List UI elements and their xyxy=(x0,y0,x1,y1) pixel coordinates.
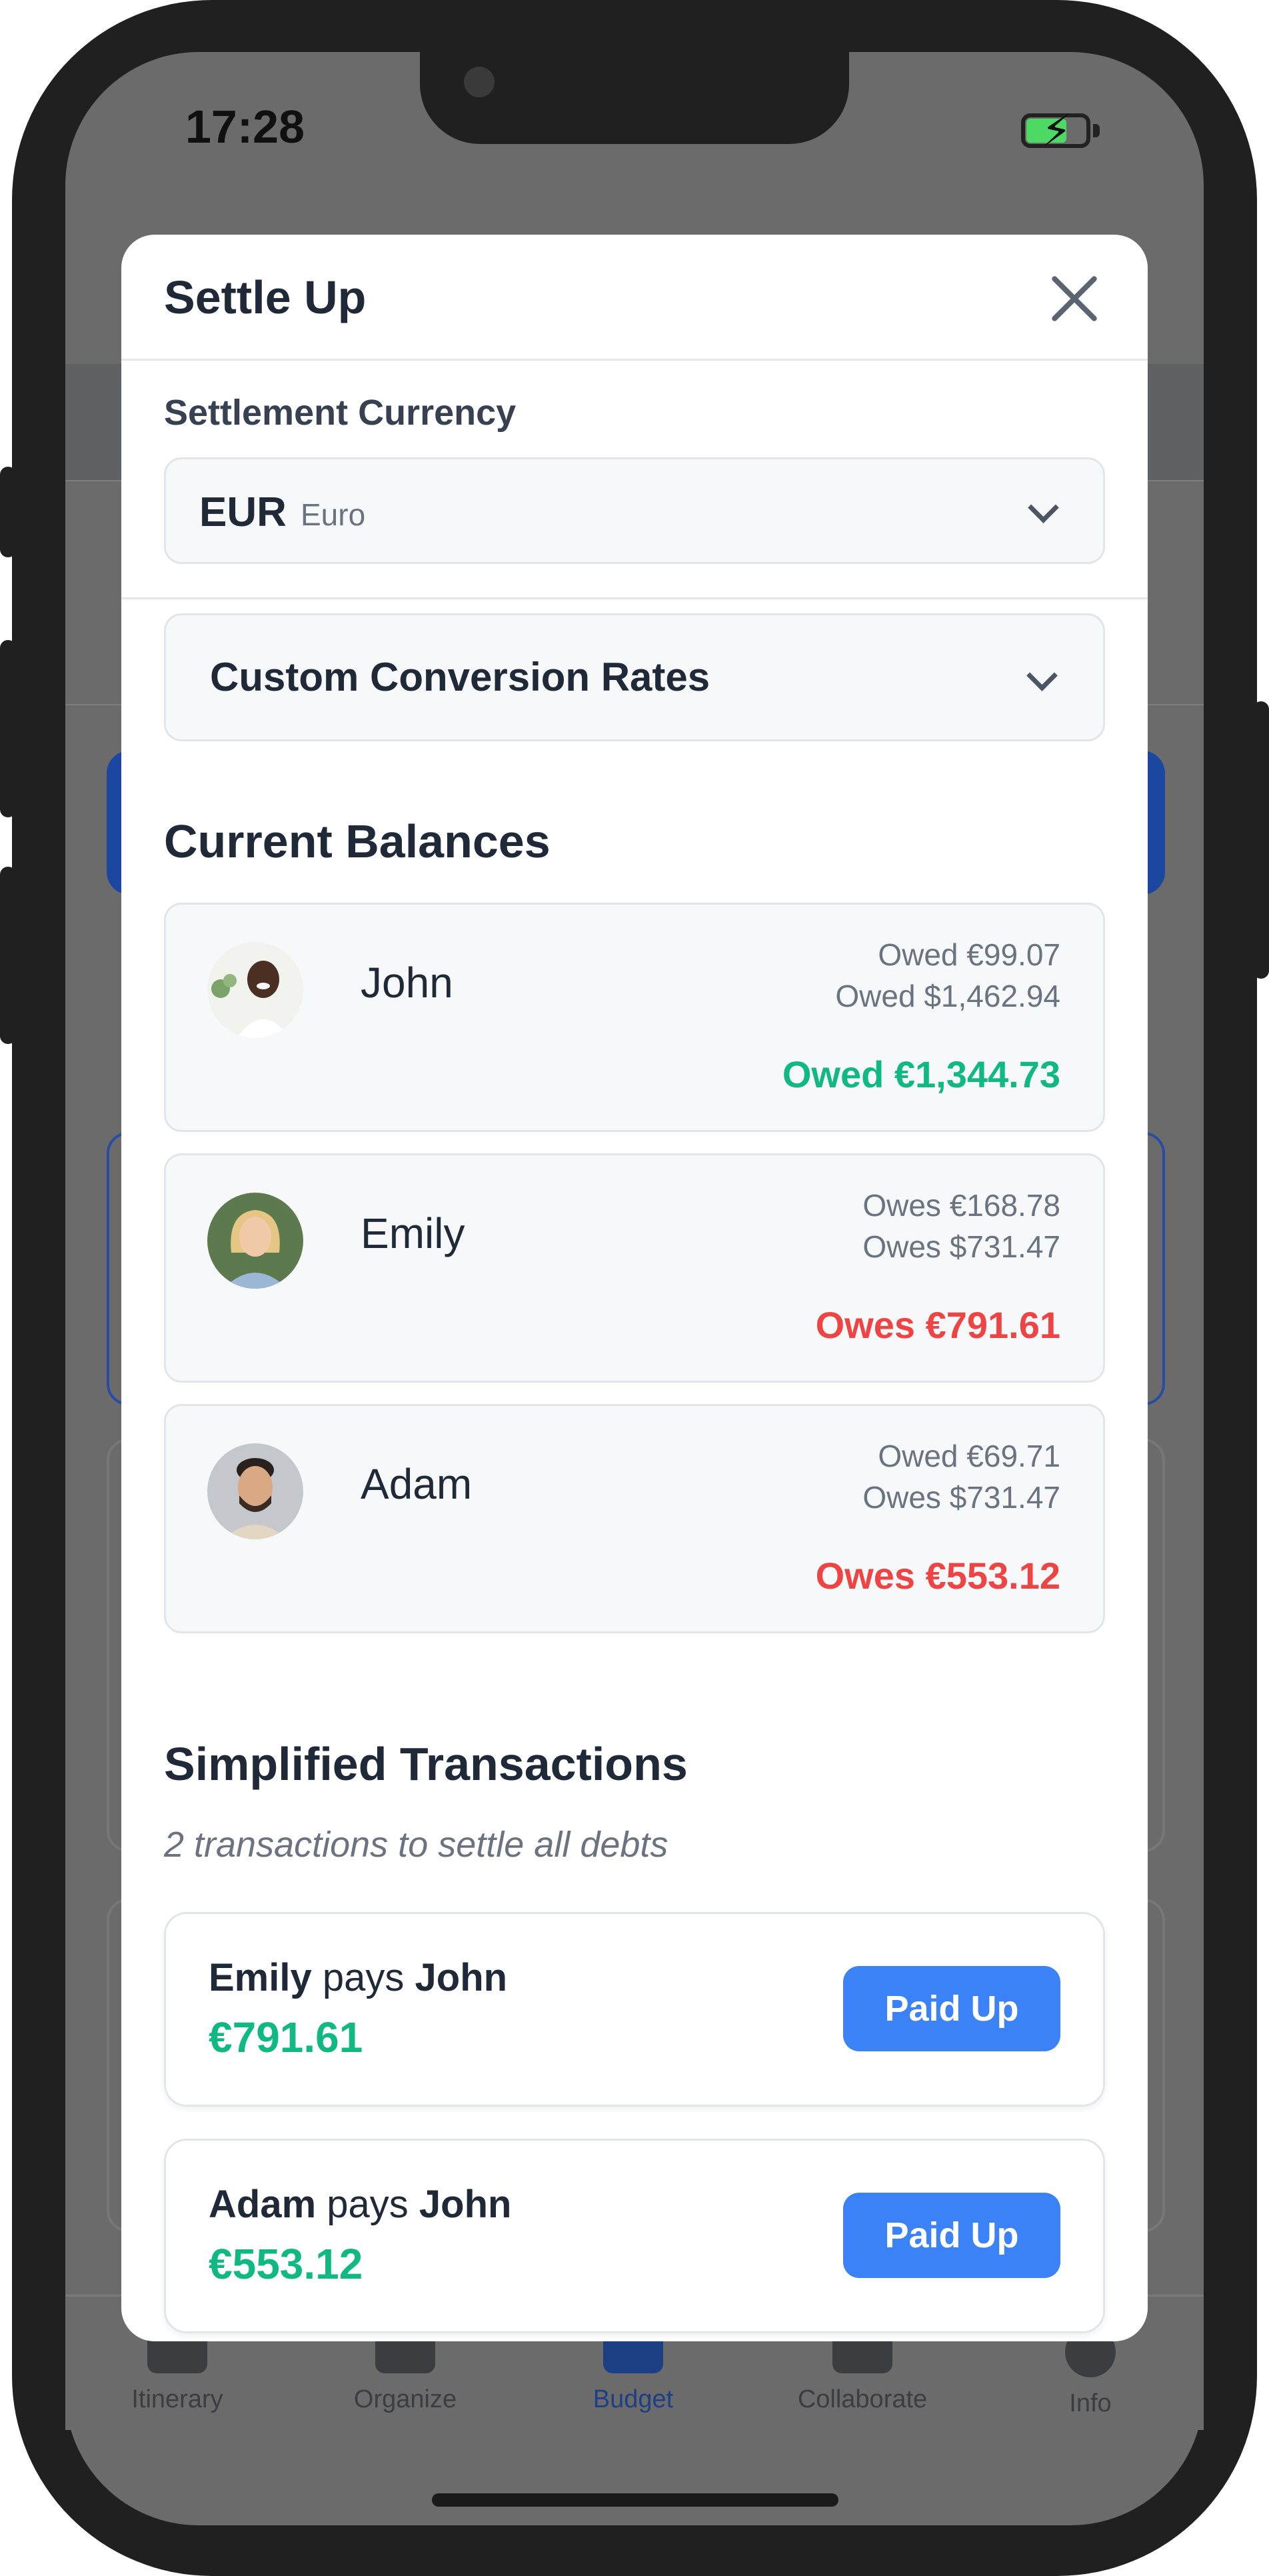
mute-switch xyxy=(0,467,16,557)
front-camera xyxy=(464,67,495,97)
balance-total: Owed €1,344.73 xyxy=(782,1053,1060,1095)
balance-line: Owed $1,462.94 xyxy=(835,979,1060,1013)
settlement-currency-label: Settlement Currency xyxy=(164,393,517,433)
member-name: Emily xyxy=(361,1209,465,1257)
balance-line: Owes €168.78 xyxy=(862,1188,1060,1223)
custom-rates-label: Custom Conversion Rates xyxy=(210,655,710,699)
balance-line: Owed €99.07 xyxy=(878,937,1060,972)
balance-card-john: John Owed €99.07 Owed $1,462.94 Owed €1,… xyxy=(164,903,1105,1132)
settle-up-modal: Settle Up Settlement Currency EUR Euro C… xyxy=(121,235,1148,2341)
balance-total: Owes €791.61 xyxy=(815,1304,1060,1346)
home-indicator[interactable] xyxy=(432,2493,838,2507)
transaction-amount: €791.61 xyxy=(209,2013,363,2061)
avatar xyxy=(207,942,303,1038)
battery-tip xyxy=(1093,124,1100,137)
payee-name: John xyxy=(419,2183,512,2226)
transaction-card: Emily pays John €791.61 Paid Up xyxy=(164,1912,1105,2107)
transaction-parties: Adam pays John xyxy=(209,2182,511,2227)
transaction-card: Adam pays John €553.12 Paid Up xyxy=(164,2139,1105,2333)
balance-card-emily: Emily Owes €168.78 Owes $731.47 Owes €79… xyxy=(164,1153,1105,1383)
avatar xyxy=(207,1443,303,1539)
payer-name: Emily xyxy=(209,1956,312,1999)
transaction-amount: €553.12 xyxy=(209,2240,363,2288)
tab-label: Itinerary xyxy=(131,2385,223,2413)
close-icon[interactable] xyxy=(1048,272,1101,325)
member-name: John xyxy=(361,959,453,1007)
currency-name: Euro xyxy=(301,497,366,532)
charging-bolt-icon: ⚡ xyxy=(1041,106,1072,155)
balance-line: Owes $731.47 xyxy=(862,1480,1060,1515)
volume-up-button xyxy=(0,640,16,817)
transaction-parties: Emily pays John xyxy=(209,1955,507,2000)
tab-label: Organize xyxy=(353,2385,457,2413)
chevron-down-icon xyxy=(1028,492,1059,523)
currency-code: EUR xyxy=(199,489,287,535)
tab-label: Collaborate xyxy=(797,2385,928,2413)
avatar xyxy=(207,1193,303,1289)
tab-label: Info xyxy=(1069,2389,1112,2417)
modal-title: Settle Up xyxy=(164,271,367,323)
current-balances-heading: Current Balances xyxy=(164,815,551,867)
member-name: Adam xyxy=(361,1460,473,1508)
balance-line: Owed €69.71 xyxy=(878,1439,1060,1473)
custom-conversion-rates-toggle[interactable]: Custom Conversion Rates xyxy=(164,613,1105,741)
balance-total: Owes €553.12 xyxy=(815,1555,1060,1597)
power-button xyxy=(1253,701,1269,979)
paid-up-button[interactable]: Paid Up xyxy=(843,1966,1060,2051)
currency-select[interactable]: EUR Euro xyxy=(164,457,1105,564)
status-time: 17:28 xyxy=(185,101,305,153)
transactions-subtitle: 2 transactions to settle all debts xyxy=(164,1825,668,1865)
pays-word: pays xyxy=(322,1956,405,1999)
section-divider xyxy=(121,597,1148,599)
simplified-transactions-heading: Simplified Transactions xyxy=(164,1738,688,1790)
balance-line: Owes $731.47 xyxy=(862,1229,1060,1264)
pays-word: pays xyxy=(327,2183,409,2226)
payer-name: Adam xyxy=(209,2183,317,2226)
balance-card-adam: Adam Owed €69.71 Owes $731.47 Owes €553.… xyxy=(164,1404,1105,1633)
payee-name: John xyxy=(415,1956,508,1999)
chevron-down-icon xyxy=(1026,660,1058,691)
tab-label: Budget xyxy=(593,2385,674,2413)
header-divider xyxy=(121,359,1148,361)
paid-up-button[interactable]: Paid Up xyxy=(843,2193,1060,2278)
notch xyxy=(420,52,849,144)
volume-down-button xyxy=(0,867,16,1044)
